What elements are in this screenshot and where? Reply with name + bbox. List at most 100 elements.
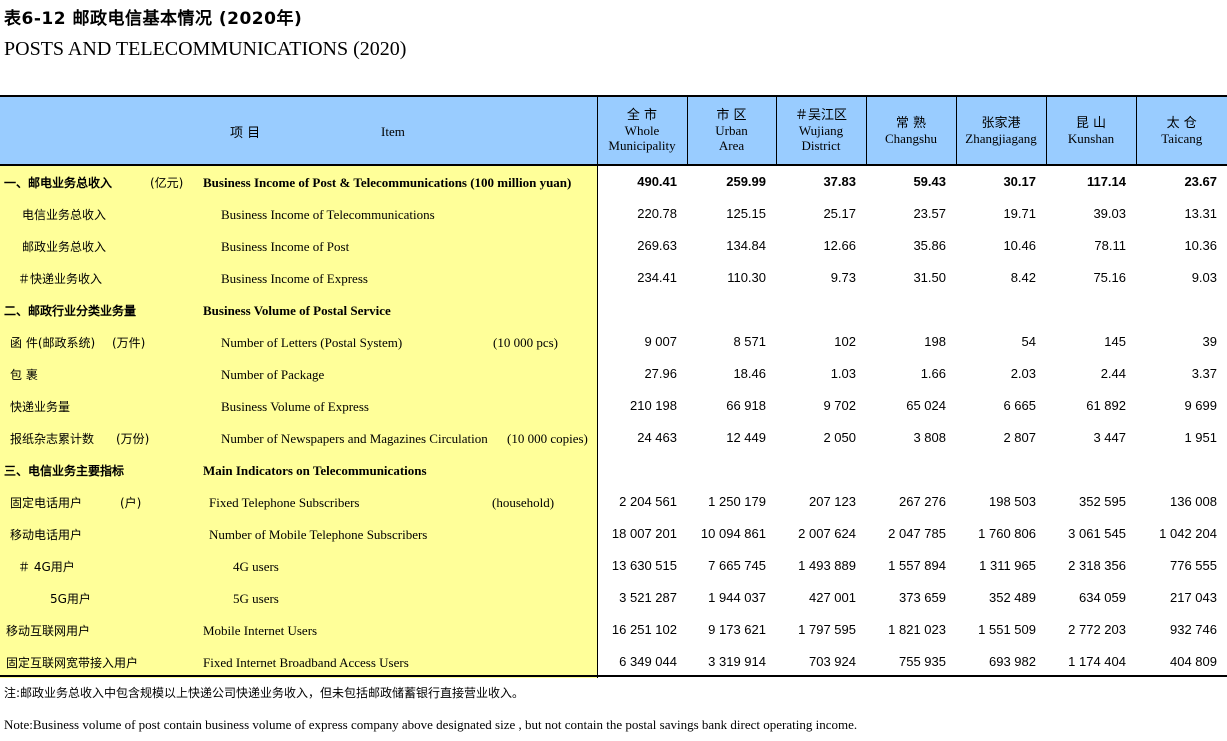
row-label-cell: 一、邮电业务总收入 (亿元) Business Income of Post & T… xyxy=(0,165,598,198)
table-cell: 78.11 xyxy=(1094,238,1126,253)
row-label-cell: 报纸杂志累计数 (万份) Number of Newspapers and Maga… xyxy=(0,421,598,454)
table-cell: 1 944 037 xyxy=(708,590,766,605)
table-cell: 12 449 xyxy=(726,430,766,445)
header-col-en: Wujiang xyxy=(798,123,844,138)
table-cell: 66 918 xyxy=(726,398,766,413)
header-col-cn: 张家港 xyxy=(981,115,1021,131)
header-row: 项 目 Item 全 市 Whole Municipality 市 区 Urba… xyxy=(0,95,1227,166)
header-col-cn: 全 市 xyxy=(626,108,658,123)
row-label-cn: 固定电话用户 xyxy=(10,495,83,510)
table-cell: 703 924 xyxy=(809,654,856,669)
row-unit-cn: (万件) xyxy=(112,335,146,350)
row-unit-cn: (户) xyxy=(120,495,142,510)
table-top-rule xyxy=(0,95,1227,97)
table-cell: 25.17 xyxy=(823,206,856,221)
header-col-cn: 常 熟 xyxy=(895,115,927,131)
table-cell xyxy=(1046,454,1136,486)
header-col-wujiang: ＃吴江区 Wujiang District xyxy=(775,95,867,166)
table-cell xyxy=(1046,294,1136,326)
table-cell: 220.78 xyxy=(637,206,677,221)
table-cell: 1 493 889 xyxy=(798,558,856,573)
table-cell: 2 050 xyxy=(823,430,856,445)
row-label-en: Number of Package xyxy=(221,366,325,382)
table-cell xyxy=(776,294,866,326)
table-cell: 102 xyxy=(834,334,856,349)
row-label-cn: 函 件(邮政系统) xyxy=(10,335,96,350)
row-label-cell: 移动互联网用户 Mobile Internet Users xyxy=(0,613,598,646)
table-cell: 31.50 xyxy=(913,270,946,285)
table-cell: 65 024 xyxy=(906,398,946,413)
table-cell: 267 276 xyxy=(899,494,946,509)
table-title-cn: 表6-12 邮政电信基本情况 (2020年) xyxy=(4,9,303,29)
table-cell: 125.15 xyxy=(726,206,766,221)
row-label-en: Business Income of Post & Telecommunicat… xyxy=(203,174,572,190)
table-cell: 18.46 xyxy=(733,366,766,381)
table-row: 函 件(邮政系统) (万件) Number of Letters (Postal S… xyxy=(0,325,1227,358)
table-cell: 217 043 xyxy=(1170,590,1217,605)
table-cell: 19.71 xyxy=(1003,206,1036,221)
posts-telecom-table: 项 目 Item 全 市 Whole Municipality 市 区 Urba… xyxy=(0,95,1227,678)
row-label-cn: ＃快递业务收入 xyxy=(18,271,103,286)
table-row: 固定互联网宽带接入用户 Fixed Internet Broadband Acce… xyxy=(0,645,1227,678)
table-cell: 1 797 595 xyxy=(798,622,856,637)
header-col-en: Urban xyxy=(715,123,748,138)
row-label-cn: 快递业务量 xyxy=(10,399,71,414)
table-cell xyxy=(687,294,776,326)
table-cell: 404 809 xyxy=(1170,654,1217,669)
header-bottom-rule xyxy=(0,164,1227,166)
table-cell: 6 349 044 xyxy=(619,654,677,669)
table-cell: 23.67 xyxy=(1184,174,1217,189)
table-row: 邮政业务总收入 Business Income of Post 269.63 134.… xyxy=(0,229,1227,262)
table-cell: 37.83 xyxy=(823,174,856,190)
table-row: 二、邮政行业分类业务量 Business Volume of Postal Ser… xyxy=(0,293,1227,326)
table-cell: 7 665 745 xyxy=(708,558,766,573)
header-col-en: District xyxy=(801,138,841,153)
header-col-en: Changshu xyxy=(885,130,937,146)
table-cell xyxy=(597,294,687,326)
table-cell: 9 007 xyxy=(644,334,677,349)
row-label-en: Business Income of Post xyxy=(221,238,350,254)
row-label-en: Business Income of Express xyxy=(221,270,368,286)
table-cell: 110.30 xyxy=(727,270,766,285)
header-col-cn: 市 区 xyxy=(716,108,747,123)
table-cell: 1 174 404 xyxy=(1068,654,1126,669)
table-cell: 3 319 914 xyxy=(708,654,766,669)
row-label-en: Business Volume of Express xyxy=(221,398,369,414)
header-col-whole: 全 市 Whole Municipality xyxy=(596,95,687,166)
row-label-cn: 报纸杂志累计数 xyxy=(10,431,95,446)
table-cell: 1 551 509 xyxy=(978,622,1036,637)
row-label-cell: 移动电话用户 Number of Mobile Telephone Subscri… xyxy=(0,517,598,550)
table-cell xyxy=(776,454,866,486)
table-cell: 8 571 xyxy=(733,334,766,349)
table-cell: 23.57 xyxy=(913,206,946,221)
table-row: 固定电话用户 (户) Fixed Telephone Subscribers (hou… xyxy=(0,485,1227,518)
header-col-en: Area xyxy=(718,138,745,153)
table-cell: 3.37 xyxy=(1191,366,1217,381)
table-cell: 198 xyxy=(924,334,946,349)
row-label-en: Fixed Internet Broadband Access Users xyxy=(203,654,409,670)
header-item-cell: 项 目 Item xyxy=(0,95,597,166)
row-label-cn: 一、邮电业务总收入 xyxy=(4,175,113,190)
table-cell: 776 555 xyxy=(1170,558,1217,573)
table-cell: 30.17 xyxy=(1003,174,1036,189)
table-cell: 8.42 xyxy=(1010,270,1036,285)
table-cell: 75.16 xyxy=(1093,270,1126,285)
table-cell: 427 001 xyxy=(809,590,856,605)
table-title-en: POSTS AND TELECOMMUNICATIONS (2020) xyxy=(4,38,407,60)
note-cn: 注:邮政业务总收入中包含规模以上快递公司快递业务收入，但未包括邮政储蓄银行直接营… xyxy=(4,686,525,700)
row-unit-en: (household) xyxy=(492,494,555,510)
row-label-cell: ＃ 4G用户 4G users xyxy=(0,549,598,582)
row-label-cn: 邮政业务总收入 xyxy=(22,239,107,254)
table-cell: 39.03 xyxy=(1093,206,1126,221)
table-cell: 207 123 xyxy=(809,494,856,509)
table-cell: 10.36 xyxy=(1184,238,1217,253)
table-cell: 210 198 xyxy=(630,398,677,413)
table-row: 一、邮电业务总收入 (亿元) Business Income of Post & T… xyxy=(0,165,1227,198)
header-col-en: Taicang xyxy=(1161,130,1203,146)
row-label-en: Fixed Telephone Subscribers xyxy=(209,494,360,510)
row-unit-cn: (亿元) xyxy=(150,175,184,190)
table-row: 包 裹 Number of Package 27.96 18.46 1.03 1.66 2.… xyxy=(0,357,1227,390)
table-cell: 269.63 xyxy=(637,238,677,253)
table-cell: 1.03 xyxy=(830,366,856,381)
header-col-kunshan: 昆 山 Kunshan xyxy=(1045,95,1136,166)
